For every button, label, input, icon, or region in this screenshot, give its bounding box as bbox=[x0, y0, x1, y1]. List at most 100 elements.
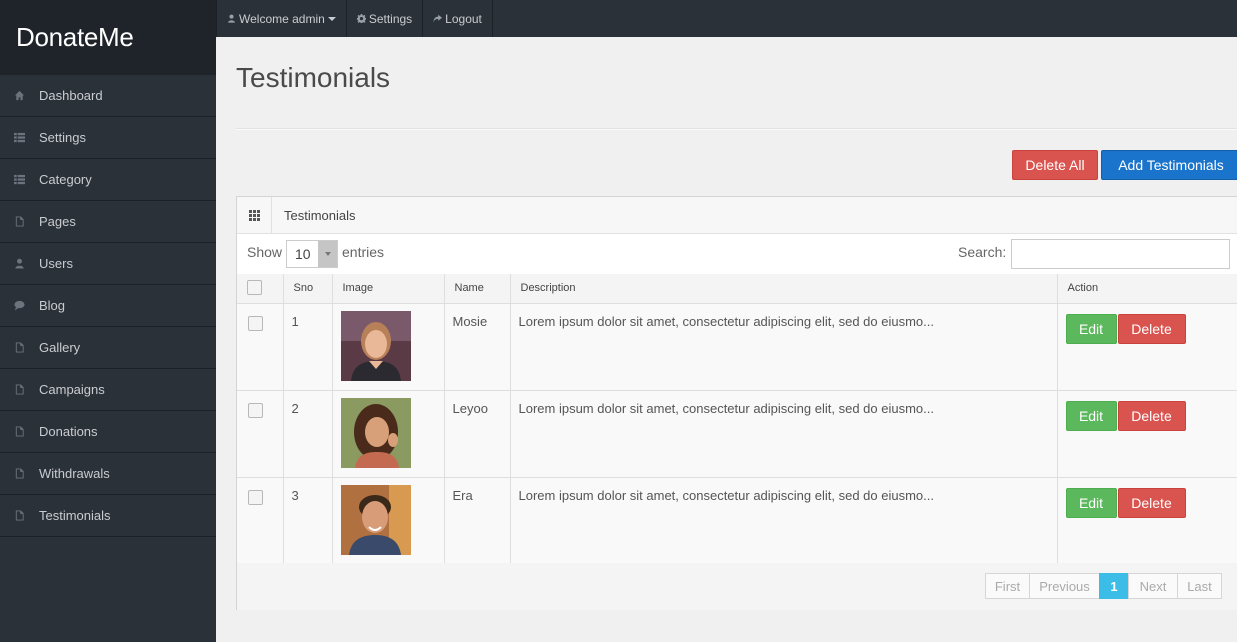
search-input[interactable] bbox=[1011, 239, 1230, 269]
table-header-row: Sno Image Name Description Action bbox=[237, 274, 1237, 304]
welcome-dropdown[interactable]: Welcome admin bbox=[216, 0, 347, 37]
delete-all-button[interactable]: Delete All bbox=[1012, 150, 1098, 180]
name-cell: Era bbox=[444, 477, 511, 565]
name-cell: Leyoo bbox=[444, 390, 511, 478]
delete-button[interactable]: Delete bbox=[1117, 400, 1186, 431]
sidebar-item-label: Dashboard bbox=[39, 88, 103, 103]
row-select-cell bbox=[237, 477, 284, 565]
page-title: Testimonials bbox=[236, 62, 391, 93]
sidebar-item-blog[interactable]: Blog bbox=[0, 285, 216, 327]
column-header[interactable]: Name bbox=[444, 274, 511, 304]
search-label: Search: bbox=[958, 244, 1007, 260]
home-icon bbox=[13, 90, 25, 102]
settings-label: Settings bbox=[368, 11, 413, 26]
user-icon bbox=[228, 14, 235, 23]
logout-link[interactable]: Logout bbox=[423, 0, 493, 37]
sno-cell: 1 bbox=[283, 303, 333, 391]
pagination-last[interactable]: Last bbox=[1177, 573, 1222, 599]
testimonial-avatar[interactable] bbox=[340, 310, 411, 381]
sno-cell: 3 bbox=[283, 477, 333, 565]
image-cell bbox=[332, 303, 445, 391]
sidebar-item-settings[interactable]: Settings bbox=[0, 117, 216, 159]
entries-label: entries bbox=[342, 244, 385, 260]
testimonials-table: Sno Image Name Description Action 1 Mosi… bbox=[237, 274, 1237, 565]
pagination: First Previous 1 Next Last bbox=[985, 573, 1222, 599]
table-row: 1 Mosie Lorem ipsum dolor sit amet, cons… bbox=[237, 303, 1237, 391]
brand-logo[interactable]: DonateMe bbox=[0, 0, 216, 75]
entries-select[interactable]: 10 bbox=[286, 240, 338, 268]
column-header[interactable]: Image bbox=[332, 274, 445, 304]
image-cell bbox=[332, 390, 445, 478]
action-cell: Edit Delete bbox=[1057, 390, 1237, 478]
settings-link[interactable]: Settings bbox=[347, 0, 424, 37]
sidebar-item-campaigns[interactable]: Campaigns bbox=[0, 369, 216, 411]
sno-cell: 2 bbox=[283, 390, 333, 478]
welcome-label: Welcome admin bbox=[239, 11, 325, 26]
sidebar-item-label: Category bbox=[39, 172, 92, 187]
sidebar-item-label: Blog bbox=[39, 298, 66, 313]
row-checkbox[interactable] bbox=[248, 315, 263, 331]
select-all-checkbox[interactable] bbox=[247, 280, 262, 296]
entries-value: 10 bbox=[295, 246, 311, 262]
pagination-previous[interactable]: Previous bbox=[1029, 573, 1100, 599]
row-checkbox[interactable] bbox=[248, 402, 263, 418]
title-divider bbox=[236, 128, 1237, 130]
file-icon bbox=[13, 426, 25, 438]
sidebar-item-label: Settings bbox=[39, 130, 86, 145]
edit-button[interactable]: Edit bbox=[1065, 487, 1117, 518]
share-icon bbox=[433, 14, 443, 23]
table-row: 2 Leyoo Lorem ipsum dolor sit amet, cons… bbox=[237, 390, 1237, 478]
topbar: Welcome admin Settings Logout bbox=[216, 0, 1237, 37]
select-all-header bbox=[237, 274, 284, 304]
panel-footer: First Previous 1 Next Last bbox=[237, 563, 1237, 610]
description-cell: Lorem ipsum dolor sit amet, consectetur … bbox=[510, 303, 1058, 391]
row-select-cell bbox=[237, 390, 284, 478]
file-icon bbox=[13, 216, 25, 228]
sidebar-item-dashboard[interactable]: Dashboard bbox=[0, 75, 216, 117]
sidebar-item-users[interactable]: Users bbox=[0, 243, 216, 285]
column-header[interactable]: Description bbox=[510, 274, 1058, 304]
sidebar-item-category[interactable]: Category bbox=[0, 159, 216, 201]
sidebar-item-label: Pages bbox=[39, 214, 76, 229]
sidebar-item-withdrawals[interactable]: Withdrawals bbox=[0, 453, 216, 495]
delete-button[interactable]: Delete bbox=[1117, 313, 1186, 344]
pagination-page-current[interactable]: 1 bbox=[1099, 573, 1129, 599]
comment-icon bbox=[13, 300, 25, 312]
column-header: Action bbox=[1057, 274, 1237, 304]
testimonial-avatar[interactable] bbox=[340, 397, 411, 468]
delete-button[interactable]: Delete bbox=[1117, 487, 1186, 518]
pagination-next[interactable]: Next bbox=[1128, 573, 1178, 599]
grid-icon bbox=[237, 196, 272, 234]
sidebar: DonateMe Dashboard Settings Category Pag… bbox=[0, 0, 216, 642]
file-icon bbox=[13, 384, 25, 396]
table-controls: Show 10 entries Search: bbox=[237, 235, 1237, 273]
description-cell: Lorem ipsum dolor sit amet, consectetur … bbox=[510, 390, 1058, 478]
sidebar-item-pages[interactable]: Pages bbox=[0, 201, 216, 243]
table-row: 3 Era Lorem ipsum dolor sit amet, consec… bbox=[237, 477, 1237, 565]
sidebar-item-label: Gallery bbox=[39, 340, 81, 355]
sidebar-item-label: Donations bbox=[39, 424, 98, 439]
sidebar-item-label: Testimonials bbox=[39, 508, 111, 523]
action-cell: Edit Delete bbox=[1057, 477, 1237, 565]
panel-title: Testimonials bbox=[284, 207, 356, 223]
add-testimonials-button[interactable]: Add Testimonials bbox=[1101, 150, 1237, 180]
sidebar-item-testimonials[interactable]: Testimonials bbox=[0, 495, 216, 537]
testimonials-panel: Testimonials Show 10 entries Search: Sno… bbox=[236, 196, 1237, 610]
testimonial-avatar[interactable] bbox=[340, 484, 411, 555]
file-icon bbox=[13, 468, 25, 480]
show-label: Show bbox=[247, 244, 283, 260]
file-icon bbox=[13, 342, 25, 354]
row-select-cell bbox=[237, 303, 284, 391]
description-cell: Lorem ipsum dolor sit amet, consectetur … bbox=[510, 477, 1058, 565]
action-cell: Edit Delete bbox=[1057, 303, 1237, 391]
sidebar-item-donations[interactable]: Donations bbox=[0, 411, 216, 453]
pagination-first[interactable]: First bbox=[985, 573, 1030, 599]
user-icon bbox=[13, 258, 25, 270]
edit-button[interactable]: Edit bbox=[1065, 313, 1117, 344]
row-checkbox[interactable] bbox=[248, 489, 263, 505]
image-cell bbox=[332, 477, 445, 565]
edit-button[interactable]: Edit bbox=[1065, 400, 1117, 431]
column-header[interactable]: Sno bbox=[283, 274, 333, 304]
sidebar-item-gallery[interactable]: Gallery bbox=[0, 327, 216, 369]
sidebar-item-label: Withdrawals bbox=[39, 466, 110, 481]
